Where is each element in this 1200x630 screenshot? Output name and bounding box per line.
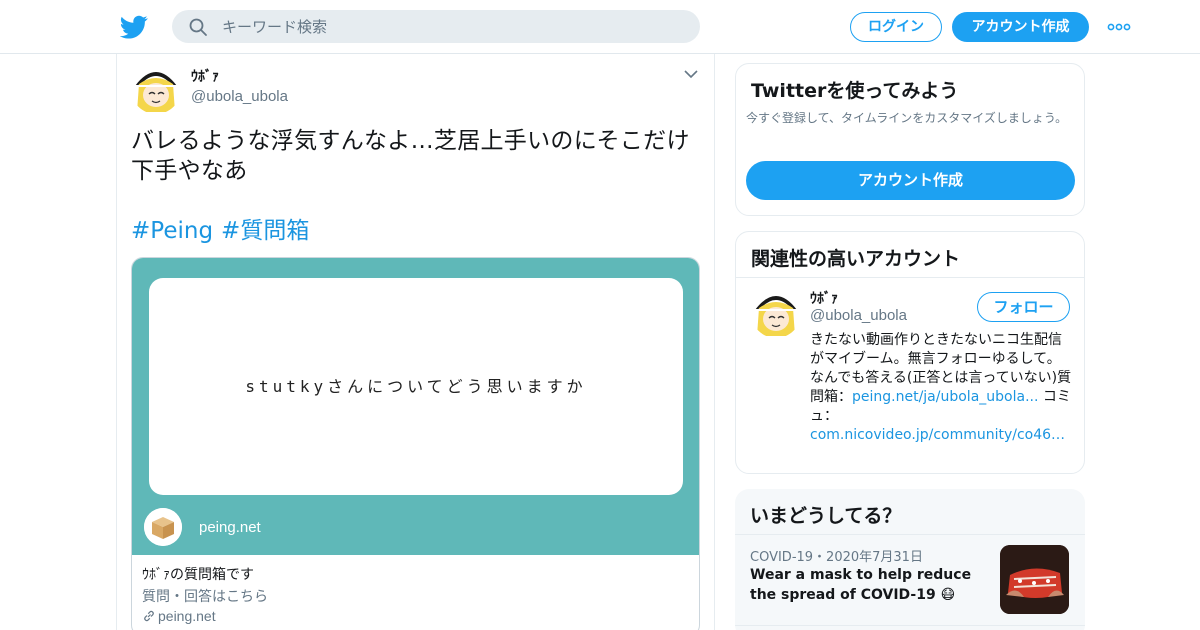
tweet-column: ｳﾎﾞｧ @ubola_ubola バレるような浮気すんなよ…芝居上手いのにそこ… [116,54,715,630]
card-domain: peing.net [142,608,216,624]
search-icon [189,18,207,36]
follow-button[interactable]: フォロー [977,292,1070,322]
account-handle[interactable]: @ubola_ubola [810,307,907,324]
question-card: stutkyさんについてどう思いますか [149,278,683,495]
account-name[interactable]: ｳﾎﾞｧ [810,288,838,308]
avatar[interactable] [131,64,181,114]
hashtag-link[interactable]: #質問箱 [221,218,309,244]
bio-link[interactable]: peing.net/ja/ubola_ubola... [852,389,1038,405]
avatar-image [751,288,801,338]
divider [736,277,1084,278]
login-button[interactable]: ログイン [850,12,942,42]
tweet-author-handle[interactable]: @ubola_ubola [191,88,288,105]
top-bar: ログイン アカウント作成 [0,0,1200,54]
card-title: ｳﾎﾞｧの質問箱です [142,567,254,583]
panel-title: いまどうしてる？ [750,505,902,527]
more-options-icon[interactable] [1106,18,1132,36]
divider [735,534,1085,535]
avatar[interactable] [751,288,801,338]
hashtag-link[interactable]: #Peing [131,218,213,244]
chevron-down-icon[interactable] [683,68,699,80]
panel-title: 関連性の高いアカウント [751,248,961,270]
box-icon [144,508,182,546]
twitter-bird-icon[interactable] [120,13,148,41]
signup-panel: Twitterを使ってみよう 今すぐ登録して、タイムラインをカスタマイズしましょ… [735,63,1085,216]
panel-title: Twitterを使ってみよう [751,80,959,102]
card-question-text: stutkyさんについてどう思いますか [245,377,587,396]
signup-button[interactable]: アカウント作成 [952,12,1089,42]
card-image: stutkyさんについてどう思いますか peing.net [132,258,699,555]
panel-subtitle: 今すぐ登録して、タイムラインをカスタマイズしましょう。 [746,111,1068,125]
card-site-name: peing.net [199,519,261,536]
tweet-text: バレるような浮気すんなよ…芝居上手いのにそこだけ下手やなあ [131,128,690,184]
card-description: 質問・回答はこちら [142,589,268,605]
divider [735,625,1085,626]
related-accounts-panel: 関連性の高いアカウント ｳﾎﾞｧ @ubola_ubola フォロー きたない動… [735,231,1085,474]
panel-signup-button[interactable]: アカウント作成 [746,161,1075,200]
trend-thumbnail[interactable] [1000,545,1069,614]
search-bar[interactable] [172,10,700,43]
tweet-hashtags: #Peing #質問箱 [131,216,317,246]
trend-headline[interactable]: Wear a mask to help reduce the spread of… [750,565,985,605]
link-icon [144,610,154,622]
card-domain-text: peing.net [158,608,216,624]
tweet-author-name[interactable]: ｳﾎﾞｧ [191,66,219,86]
link-card[interactable]: stutkyさんについてどう思いますか peing.net ｳﾎﾞｧの質問箱です… [131,257,700,630]
bio-link[interactable]: com.nicovideo.jp/community/co46… [810,427,1065,443]
trends-panel: いまどうしてる？ COVID-19・2020年7月31日 Wear a mask… [735,489,1085,630]
trend-meta: COVID-19・2020年7月31日 [750,550,923,565]
avatar-image [131,64,181,114]
account-bio: きたない動画作りときたないニコ生配信がマイブーム。無言フォローゆるして。 なんで… [810,331,1072,445]
search-input[interactable] [222,10,682,43]
